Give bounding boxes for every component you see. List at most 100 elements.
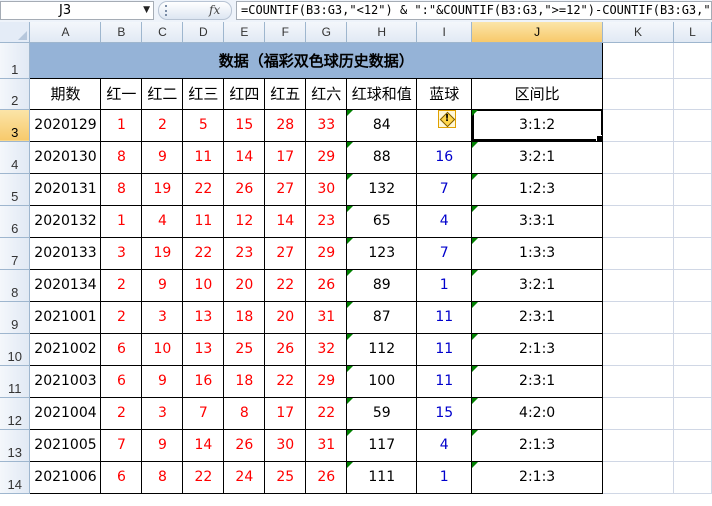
empty-cell[interactable] (602, 109, 674, 142)
column-heading-cell[interactable]: 红四 (223, 77, 266, 110)
empty-cell[interactable] (673, 141, 712, 174)
red-ball-cell[interactable]: 10 (182, 268, 225, 302)
column-heading-cell[interactable]: 红五 (264, 77, 307, 110)
column-header-i[interactable]: I (416, 22, 473, 43)
red-ball-cell[interactable]: 9 (141, 428, 184, 462)
red-ball-cell[interactable]: 3 (100, 236, 143, 270)
column-heading-cell[interactable]: 红球和值 (346, 77, 418, 110)
red-ball-cell[interactable]: 26 (223, 428, 266, 462)
red-ball-cell[interactable]: 14 (264, 204, 307, 238)
row-header-11[interactable]: 11 (0, 365, 31, 398)
red-sum-cell[interactable]: 123 (346, 236, 418, 270)
red-ball-cell[interactable]: 3 (141, 300, 184, 334)
red-ball-cell[interactable]: 13 (182, 332, 225, 366)
ratio-cell[interactable]: 3:3:1 (471, 204, 604, 238)
red-ball-cell[interactable]: 6 (100, 460, 143, 494)
period-cell[interactable]: 2020129 (29, 108, 102, 142)
warning-diamond-icon[interactable]: ! (438, 110, 456, 128)
column-header-d[interactable]: D (182, 22, 225, 43)
red-ball-cell[interactable]: 29 (305, 140, 348, 174)
ratio-cell[interactable]: 3:2:1 (471, 268, 604, 302)
red-ball-cell[interactable]: 4 (141, 204, 184, 238)
red-ball-cell[interactable]: 19 (141, 236, 184, 270)
table-title[interactable]: 数据（福彩双色球历史数据） (29, 41, 604, 79)
red-ball-cell[interactable]: 7 (182, 396, 225, 430)
red-ball-cell[interactable]: 26 (305, 460, 348, 494)
blue-ball-cell[interactable]: 11 (416, 332, 473, 366)
empty-cell[interactable] (602, 205, 674, 238)
empty-cell[interactable] (673, 237, 712, 270)
empty-cell[interactable] (673, 109, 712, 142)
column-heading-cell[interactable]: 红三 (182, 77, 225, 110)
blue-ball-cell[interactable]: 11 (416, 300, 473, 334)
red-ball-cell[interactable]: 8 (141, 460, 184, 494)
red-ball-cell[interactable]: 18 (223, 300, 266, 334)
column-heading-cell[interactable]: 期数 (29, 77, 102, 110)
active-cell-j3[interactable]: 3:1:2 (471, 108, 604, 142)
red-sum-cell[interactable]: 65 (346, 204, 418, 238)
column-header-h[interactable]: H (346, 22, 418, 43)
ratio-cell[interactable]: 2:3:1 (471, 300, 604, 334)
ratio-cell[interactable]: 1:3:3 (471, 236, 604, 270)
empty-cell[interactable] (602, 397, 674, 430)
blue-ball-cell[interactable]: 7 (416, 172, 473, 206)
name-box[interactable]: J3 ▼ (0, 1, 154, 20)
empty-cell[interactable] (673, 333, 712, 366)
red-ball-cell[interactable]: 28 (264, 108, 307, 142)
red-ball-cell[interactable]: 23 (223, 236, 266, 270)
period-cell[interactable]: 2021002 (29, 332, 102, 366)
column-header-f[interactable]: F (264, 22, 307, 43)
red-ball-cell[interactable]: 22 (264, 364, 307, 398)
red-ball-cell[interactable]: 17 (264, 396, 307, 430)
empty-cell[interactable] (673, 42, 712, 79)
ratio-cell[interactable]: 4:2:0 (471, 396, 604, 430)
blue-ball-cell[interactable]: 7 (416, 236, 473, 270)
row-header-1[interactable]: 1 (0, 42, 31, 79)
red-ball-cell[interactable]: 22 (182, 172, 225, 206)
red-ball-cell[interactable]: 10 (141, 332, 184, 366)
empty-cell[interactable] (602, 365, 674, 398)
empty-cell[interactable] (602, 42, 674, 79)
ratio-cell[interactable]: 2:1:3 (471, 428, 604, 462)
red-sum-cell[interactable]: 112 (346, 332, 418, 366)
empty-cell[interactable] (673, 461, 712, 494)
row-header-6[interactable]: 6 (0, 205, 31, 238)
red-sum-cell[interactable]: 87 (346, 300, 418, 334)
blue-ball-cell[interactable]: 11 (416, 364, 473, 398)
column-heading-cell[interactable]: 红二 (141, 77, 184, 110)
red-sum-cell[interactable]: 84 (346, 108, 418, 142)
empty-cell[interactable] (602, 173, 674, 206)
empty-cell[interactable] (673, 301, 712, 334)
row-header-13[interactable]: 13 (0, 429, 31, 462)
row-header-3[interactable]: 3 (0, 109, 31, 142)
empty-cell[interactable] (602, 269, 674, 302)
red-ball-cell[interactable]: 24 (223, 460, 266, 494)
red-ball-cell[interactable]: 5 (182, 108, 225, 142)
column-heading-cell[interactable]: 红六 (305, 77, 348, 110)
red-sum-cell[interactable]: 100 (346, 364, 418, 398)
column-heading-cell[interactable]: 区间比 (471, 77, 604, 110)
blue-ball-cell[interactable]: 4 (416, 428, 473, 462)
red-ball-cell[interactable]: 13 (182, 300, 225, 334)
column-heading-cell[interactable]: 蓝球 (416, 77, 473, 110)
red-ball-cell[interactable]: 9 (141, 140, 184, 174)
insert-function-button[interactable]: fx (209, 2, 220, 19)
red-ball-cell[interactable]: 16 (182, 364, 225, 398)
formula-input[interactable]: =COUNTIF(B3:G3,"<12") & ":"&COUNTIF(B3:G… (236, 1, 712, 20)
period-cell[interactable]: 2021003 (29, 364, 102, 398)
blue-ball-cell[interactable]: 16 (416, 140, 473, 174)
column-header-l[interactable]: L (673, 22, 712, 43)
blue-ball-cell[interactable]: 4 (416, 204, 473, 238)
empty-cell[interactable] (673, 429, 712, 462)
red-ball-cell[interactable]: 9 (141, 268, 184, 302)
red-sum-cell[interactable]: 111 (346, 460, 418, 494)
period-cell[interactable]: 2020130 (29, 140, 102, 174)
blue-ball-cell[interactable]: 1 (416, 460, 473, 494)
red-ball-cell[interactable]: 22 (182, 460, 225, 494)
red-ball-cell[interactable]: 2 (100, 300, 143, 334)
period-cell[interactable]: 2021006 (29, 460, 102, 494)
row-header-12[interactable]: 12 (0, 397, 31, 430)
row-header-7[interactable]: 7 (0, 237, 31, 270)
red-sum-cell[interactable]: 88 (346, 140, 418, 174)
blue-ball-cell[interactable]: 15 (416, 396, 473, 430)
